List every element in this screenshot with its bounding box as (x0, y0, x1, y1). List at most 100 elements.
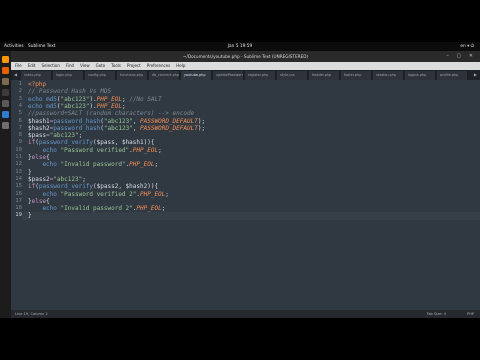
menu-view[interactable]: View (80, 63, 90, 68)
code-token: "abc123" (60, 95, 90, 103)
code-line[interactable]: }else{ (28, 154, 50, 161)
tab-footer-php[interactable]: footer.php (341, 71, 372, 80)
code-token: else (31, 154, 47, 161)
line-number: 5 (18, 110, 22, 117)
code-token: ; (158, 146, 162, 154)
firefox-icon[interactable] (2, 67, 9, 74)
tab-profile-php[interactable]: profile.php (437, 71, 468, 80)
tab-scroll-right-icon[interactable]: ▶ (474, 70, 477, 80)
line-number: 7 (18, 124, 22, 131)
menu-preferences[interactable]: Preferences (147, 63, 171, 68)
code-token: PHP_EOL (136, 205, 162, 213)
tab-register-php[interactable]: register.php (245, 71, 276, 80)
code-line[interactable]: echo "Invalid password 2".PHP_EOL; (28, 205, 165, 212)
dock (0, 51, 11, 318)
line-number: 1 (18, 81, 22, 87)
tab-youtube-php[interactable]: youtube.php (181, 71, 212, 80)
code-line[interactable]: echo md5("abc123").PHP_EOL; (28, 103, 126, 110)
code-line[interactable]: }else{ (28, 198, 50, 205)
code-line[interactable]: if(password_verify($pass, $hash1)){ (28, 139, 154, 146)
tab-header-php[interactable]: header.php (309, 71, 340, 80)
code-token: ; (121, 102, 126, 110)
line-number: 11 (15, 154, 22, 160)
syntax-indicator[interactable]: PHP (467, 310, 474, 318)
screen-frame: Activities Sublime Text Jan 5 19:59 en ▾… (0, 42, 480, 318)
code-token: "Password verified" (60, 146, 130, 154)
menu-goto[interactable]: Goto (96, 63, 106, 68)
line-number: 2 (18, 88, 22, 95)
menu-help[interactable]: Help (176, 63, 185, 68)
code-token: echo (28, 146, 61, 154)
system-tray[interactable]: en ▾ ⏻ (460, 42, 474, 51)
tab-updatepassword-php[interactable]: updatePassword.php (213, 71, 244, 80)
cursor-position[interactable]: Line 19, Column 2 (15, 310, 48, 318)
code-token: $pass (28, 132, 47, 140)
tab-index-php[interactable]: index.php (21, 71, 52, 80)
editor-window: ~/Documents/youtube.php - Sublime Text (… (11, 51, 480, 318)
code-token: // Password Hash Vs MD5 (28, 88, 112, 96)
code-token: ); (197, 117, 206, 125)
tab-style-css[interactable]: style.css (277, 71, 308, 80)
code-token: $hash2 (28, 124, 50, 132)
help-icon[interactable] (2, 111, 9, 118)
menu-tools[interactable]: Tools (111, 63, 121, 68)
code-line[interactable]: echo md5("abc123").PHP_EOL; //No SALT (28, 96, 162, 103)
code-token: password_hash (53, 117, 101, 125)
window-title: ~/Documents/youtube.php - Sublime Text (… (182, 54, 309, 59)
current-line-highlight (23, 212, 480, 220)
sublime-icon[interactable] (2, 56, 9, 63)
menu-selection[interactable]: Selection (41, 63, 59, 68)
line-number: 19 (15, 212, 22, 219)
clock[interactable]: Jan 5 19:59 (0, 42, 480, 51)
menu-find[interactable]: Find (66, 63, 74, 68)
code-token: "Password verified 2" (60, 190, 137, 198)
line-number: 18 (15, 205, 22, 212)
code-line[interactable]: $hash1=password_hash("abc123", PASSWORD_… (28, 118, 205, 125)
code-token: } (28, 212, 32, 220)
menu-project[interactable]: Project (127, 63, 141, 68)
code-line[interactable]: } (28, 169, 32, 176)
tab-config-php[interactable]: config.php (85, 71, 116, 80)
code-token: PHP_EOL (129, 161, 155, 169)
code-line[interactable]: $pass="abc123"; (28, 132, 82, 139)
trash-icon[interactable] (2, 122, 9, 129)
code-line[interactable]: $pass2="abc123"; (28, 176, 86, 183)
code-token: } (28, 168, 32, 176)
settings-icon[interactable] (2, 100, 9, 107)
menu-bar: File Edit Selection Find View Goto Tools Projec… (11, 62, 480, 70)
code-token: { (46, 154, 50, 161)
code-token: $pass2 (28, 175, 50, 183)
code-line[interactable]: // Password Hash Vs MD5 (28, 88, 111, 95)
tab-size-indicator[interactable]: Tab Size: 4 (427, 310, 446, 318)
code-token: <?php (28, 81, 47, 88)
system-top-bar: Activities Sublime Text Jan 5 19:59 en ▾… (0, 42, 480, 51)
code-line[interactable]: echo "Password verified 2".PHP_EOL; (28, 190, 168, 198)
tab-db_connect-php[interactable]: db_connect.php (149, 71, 180, 80)
code-token: "abc123" (103, 117, 133, 125)
code-line[interactable]: //password+SALT (random characters) --> … (28, 110, 194, 117)
files-icon[interactable] (2, 78, 9, 85)
code-editor[interactable]: 1 2 3 4 5 6 7 8 9 10 11 12 13 14 15 16 17 18 19 <?php// Pa… (11, 80, 480, 310)
code-token: echo (28, 95, 47, 103)
tab-functions-php[interactable]: functions.php (117, 71, 148, 80)
menu-edit[interactable]: Edit (28, 63, 36, 68)
code-line[interactable]: } (28, 212, 32, 219)
line-number: 12 (15, 161, 22, 168)
code-line[interactable]: echo "Invalid password".PHP_EOL; (28, 161, 158, 168)
code-token: ($pass2, $hash2)){ (93, 183, 159, 191)
code-line[interactable]: if(password_verify($pass2, $hash2)){ (28, 183, 158, 190)
menu-file[interactable]: File (15, 63, 22, 68)
code-line[interactable]: echo "Password verified".PHP_EOL; (28, 146, 162, 154)
line-number: 14 (15, 175, 22, 182)
window-controls[interactable]: – ▢ ✕ (446, 51, 476, 62)
tab-scroll-left-icon[interactable]: ◀ (14, 70, 17, 80)
code-token: //password+SALT (random characters) --> … (28, 110, 195, 118)
code-token: ; (161, 205, 166, 213)
tab-login-php[interactable]: login.php (53, 71, 84, 80)
tab-logout-php[interactable]: logout.php (405, 71, 436, 80)
code-line[interactable]: <?php (28, 81, 46, 88)
title-bar: ~/Documents/youtube.php - Sublime Text (… (11, 51, 480, 62)
tab-session-php[interactable]: session.php (373, 71, 404, 80)
code-line[interactable]: $hash2=password_hash("abc123", PASSWORD_… (28, 125, 205, 132)
terminal-icon[interactable] (2, 89, 9, 96)
